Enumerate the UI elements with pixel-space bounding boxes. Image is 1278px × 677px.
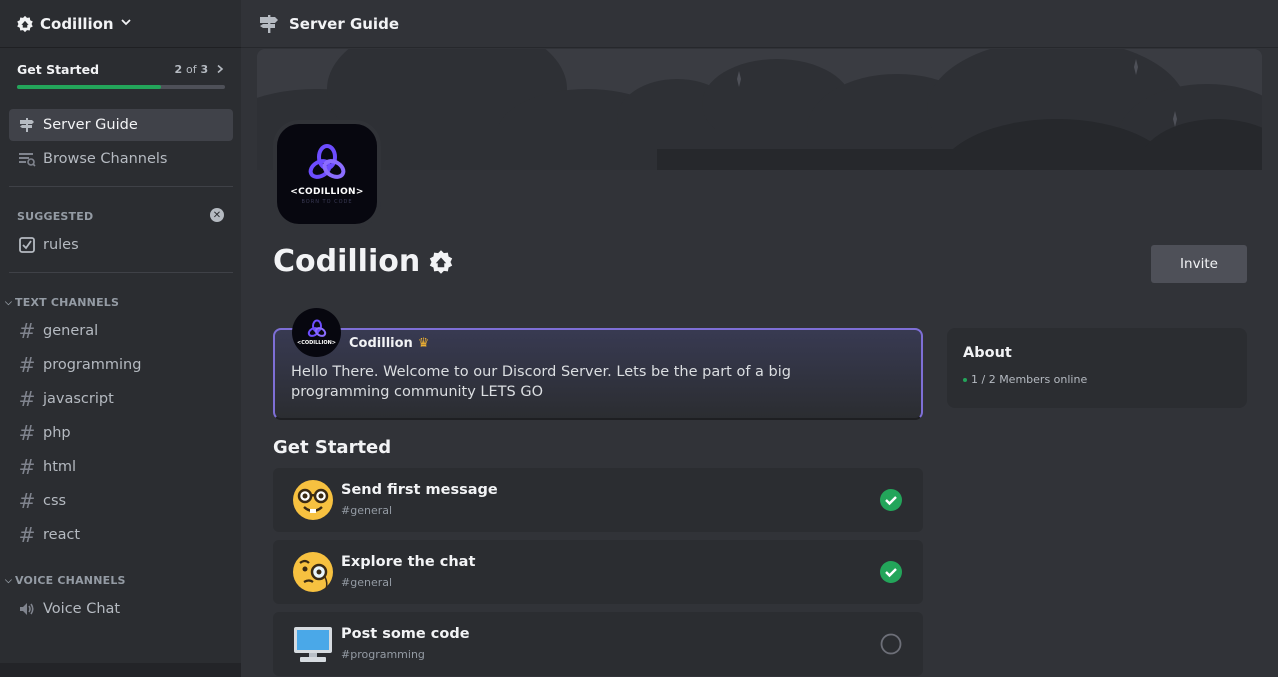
invite-button[interactable]: Invite	[1151, 245, 1247, 283]
sidebar-item-label: Server Guide	[43, 117, 138, 133]
sidebar-item-browse-channels[interactable]: Browse Channels	[9, 143, 233, 175]
server-icon: <CODILLION> BORN TO CODE	[273, 120, 381, 228]
get-started-heading: Get Started	[273, 437, 392, 458]
hash-icon: #	[18, 421, 36, 445]
sidebar-divider	[9, 186, 233, 187]
check-incomplete-icon	[880, 633, 902, 655]
nerd-face-icon	[293, 480, 333, 520]
channel-topbar: Server Guide	[241, 0, 1278, 48]
suggested-title: SUGGESTED	[17, 210, 94, 223]
task-post-some-code[interactable]: Post some code #programming	[273, 612, 923, 676]
sidebar-divider	[9, 272, 233, 273]
channel-label: css	[43, 493, 67, 509]
category-label: VOICE CHANNELS	[15, 574, 126, 587]
signpost-icon	[17, 115, 37, 135]
sidebar-item-server-guide[interactable]: Server Guide	[9, 109, 233, 141]
sidebar-item-label: Browse Channels	[43, 151, 168, 167]
hash-icon: #	[18, 387, 36, 411]
progress-bar	[17, 85, 225, 89]
computer-icon	[294, 627, 332, 662]
members-online: 1 / 2 Members online	[963, 373, 1231, 386]
task-name: Send first message	[341, 482, 498, 498]
channel-label: Voice Chat	[43, 601, 121, 617]
members-online-text: 1 / 2 Members online	[971, 373, 1088, 386]
signpost-icon	[260, 14, 278, 33]
chevron-right-icon	[217, 64, 224, 74]
server-banner	[257, 49, 1262, 170]
server-name: Codillion	[40, 14, 114, 33]
chevron-down-icon	[120, 16, 132, 31]
channel-label: javascript	[43, 391, 114, 407]
speaker-icon	[17, 599, 37, 619]
chevron-down-icon: ⌵	[5, 297, 13, 308]
channel-react[interactable]: # react	[9, 519, 233, 551]
hash-icon: #	[18, 353, 36, 377]
task-channel: #general	[341, 504, 393, 517]
online-dot-icon	[963, 377, 967, 382]
channel-css[interactable]: # css	[9, 485, 233, 517]
channel-label: react	[43, 527, 81, 543]
cloud-banner-illustration	[257, 49, 1262, 170]
channel-general[interactable]: # general	[9, 315, 233, 347]
user-panel	[0, 663, 241, 677]
author-name: Codillion	[349, 336, 413, 351]
task-send-first-message[interactable]: Send first message #general	[273, 468, 923, 532]
category-label: TEXT CHANNELS	[15, 296, 120, 309]
channel-label: programming	[43, 357, 142, 373]
hash-icon: #	[18, 455, 36, 479]
codillion-logo-icon	[308, 144, 346, 179]
crown-icon: ♛	[417, 336, 430, 351]
page-title: Server Guide	[289, 14, 399, 33]
hash-icon: #	[18, 489, 36, 513]
check-complete-icon	[880, 561, 902, 583]
avatar[interactable]: <CODILLION>	[292, 308, 341, 357]
channel-php[interactable]: # php	[9, 417, 233, 449]
server-title-text: Codillion	[273, 244, 421, 279]
server-icon-subtext: BORN TO CODE	[301, 199, 353, 205]
chevron-down-icon: ⌵	[5, 575, 13, 586]
welcome-author[interactable]: Codillion ♛	[349, 336, 429, 351]
sidebar-item-label: rules	[43, 237, 79, 253]
server-header[interactable]: Codillion	[0, 0, 241, 48]
about-panel: About 1 / 2 Members online	[947, 328, 1247, 408]
server-icon-text: <CODILLION>	[290, 187, 364, 197]
task-explore-the-chat[interactable]: Explore the chat #general	[273, 540, 923, 604]
suggested-header: SUGGESTED	[17, 210, 93, 223]
check-complete-icon	[880, 489, 902, 511]
channel-html[interactable]: # html	[9, 451, 233, 483]
channel-programming[interactable]: # programming	[9, 349, 233, 381]
progress-bar-fill	[17, 85, 161, 89]
channel-label: html	[43, 459, 77, 475]
server-title: Codillion	[273, 244, 454, 279]
community-badge-icon	[430, 249, 453, 274]
task-channel: #programming	[341, 648, 425, 661]
task-channel: #general	[341, 576, 393, 589]
progress-current: 2	[174, 63, 183, 76]
welcome-message-text: Hello There. Welcome to our Discord Serv…	[291, 364, 791, 400]
browse-channels-icon	[17, 149, 37, 169]
channel-label: php	[43, 425, 71, 441]
progress-total: 3	[200, 63, 209, 76]
task-name: Explore the chat	[341, 554, 476, 570]
channel-label: general	[43, 323, 99, 339]
task-name: Post some code	[341, 626, 470, 642]
hash-icon: #	[18, 523, 36, 547]
codillion-logo-icon	[307, 319, 326, 337]
dismiss-suggested-icon[interactable]: ✕	[210, 208, 224, 222]
avatar-text: <CODILLION>	[297, 340, 336, 346]
about-title: About	[963, 345, 1012, 361]
channel-sidebar: Codillion Get Started 2 of 3 Server Guid…	[0, 0, 241, 677]
progress-of: of	[186, 63, 197, 76]
category-text-channels[interactable]: ⌵ TEXT CHANNELS	[5, 296, 119, 309]
channel-javascript[interactable]: # javascript	[9, 383, 233, 415]
server-badge-icon	[17, 15, 33, 32]
hash-icon: #	[18, 319, 36, 343]
rules-checkbox-icon	[17, 235, 37, 255]
get-started-title: Get Started	[17, 62, 100, 77]
voice-channel-voice-chat[interactable]: Voice Chat	[9, 593, 233, 625]
category-voice-channels[interactable]: ⌵ VOICE CHANNELS	[5, 574, 126, 587]
face-with-monocle-icon	[293, 552, 333, 592]
get-started-count: 2 of 3	[175, 63, 225, 76]
sidebar-item-rules[interactable]: rules	[9, 229, 233, 261]
